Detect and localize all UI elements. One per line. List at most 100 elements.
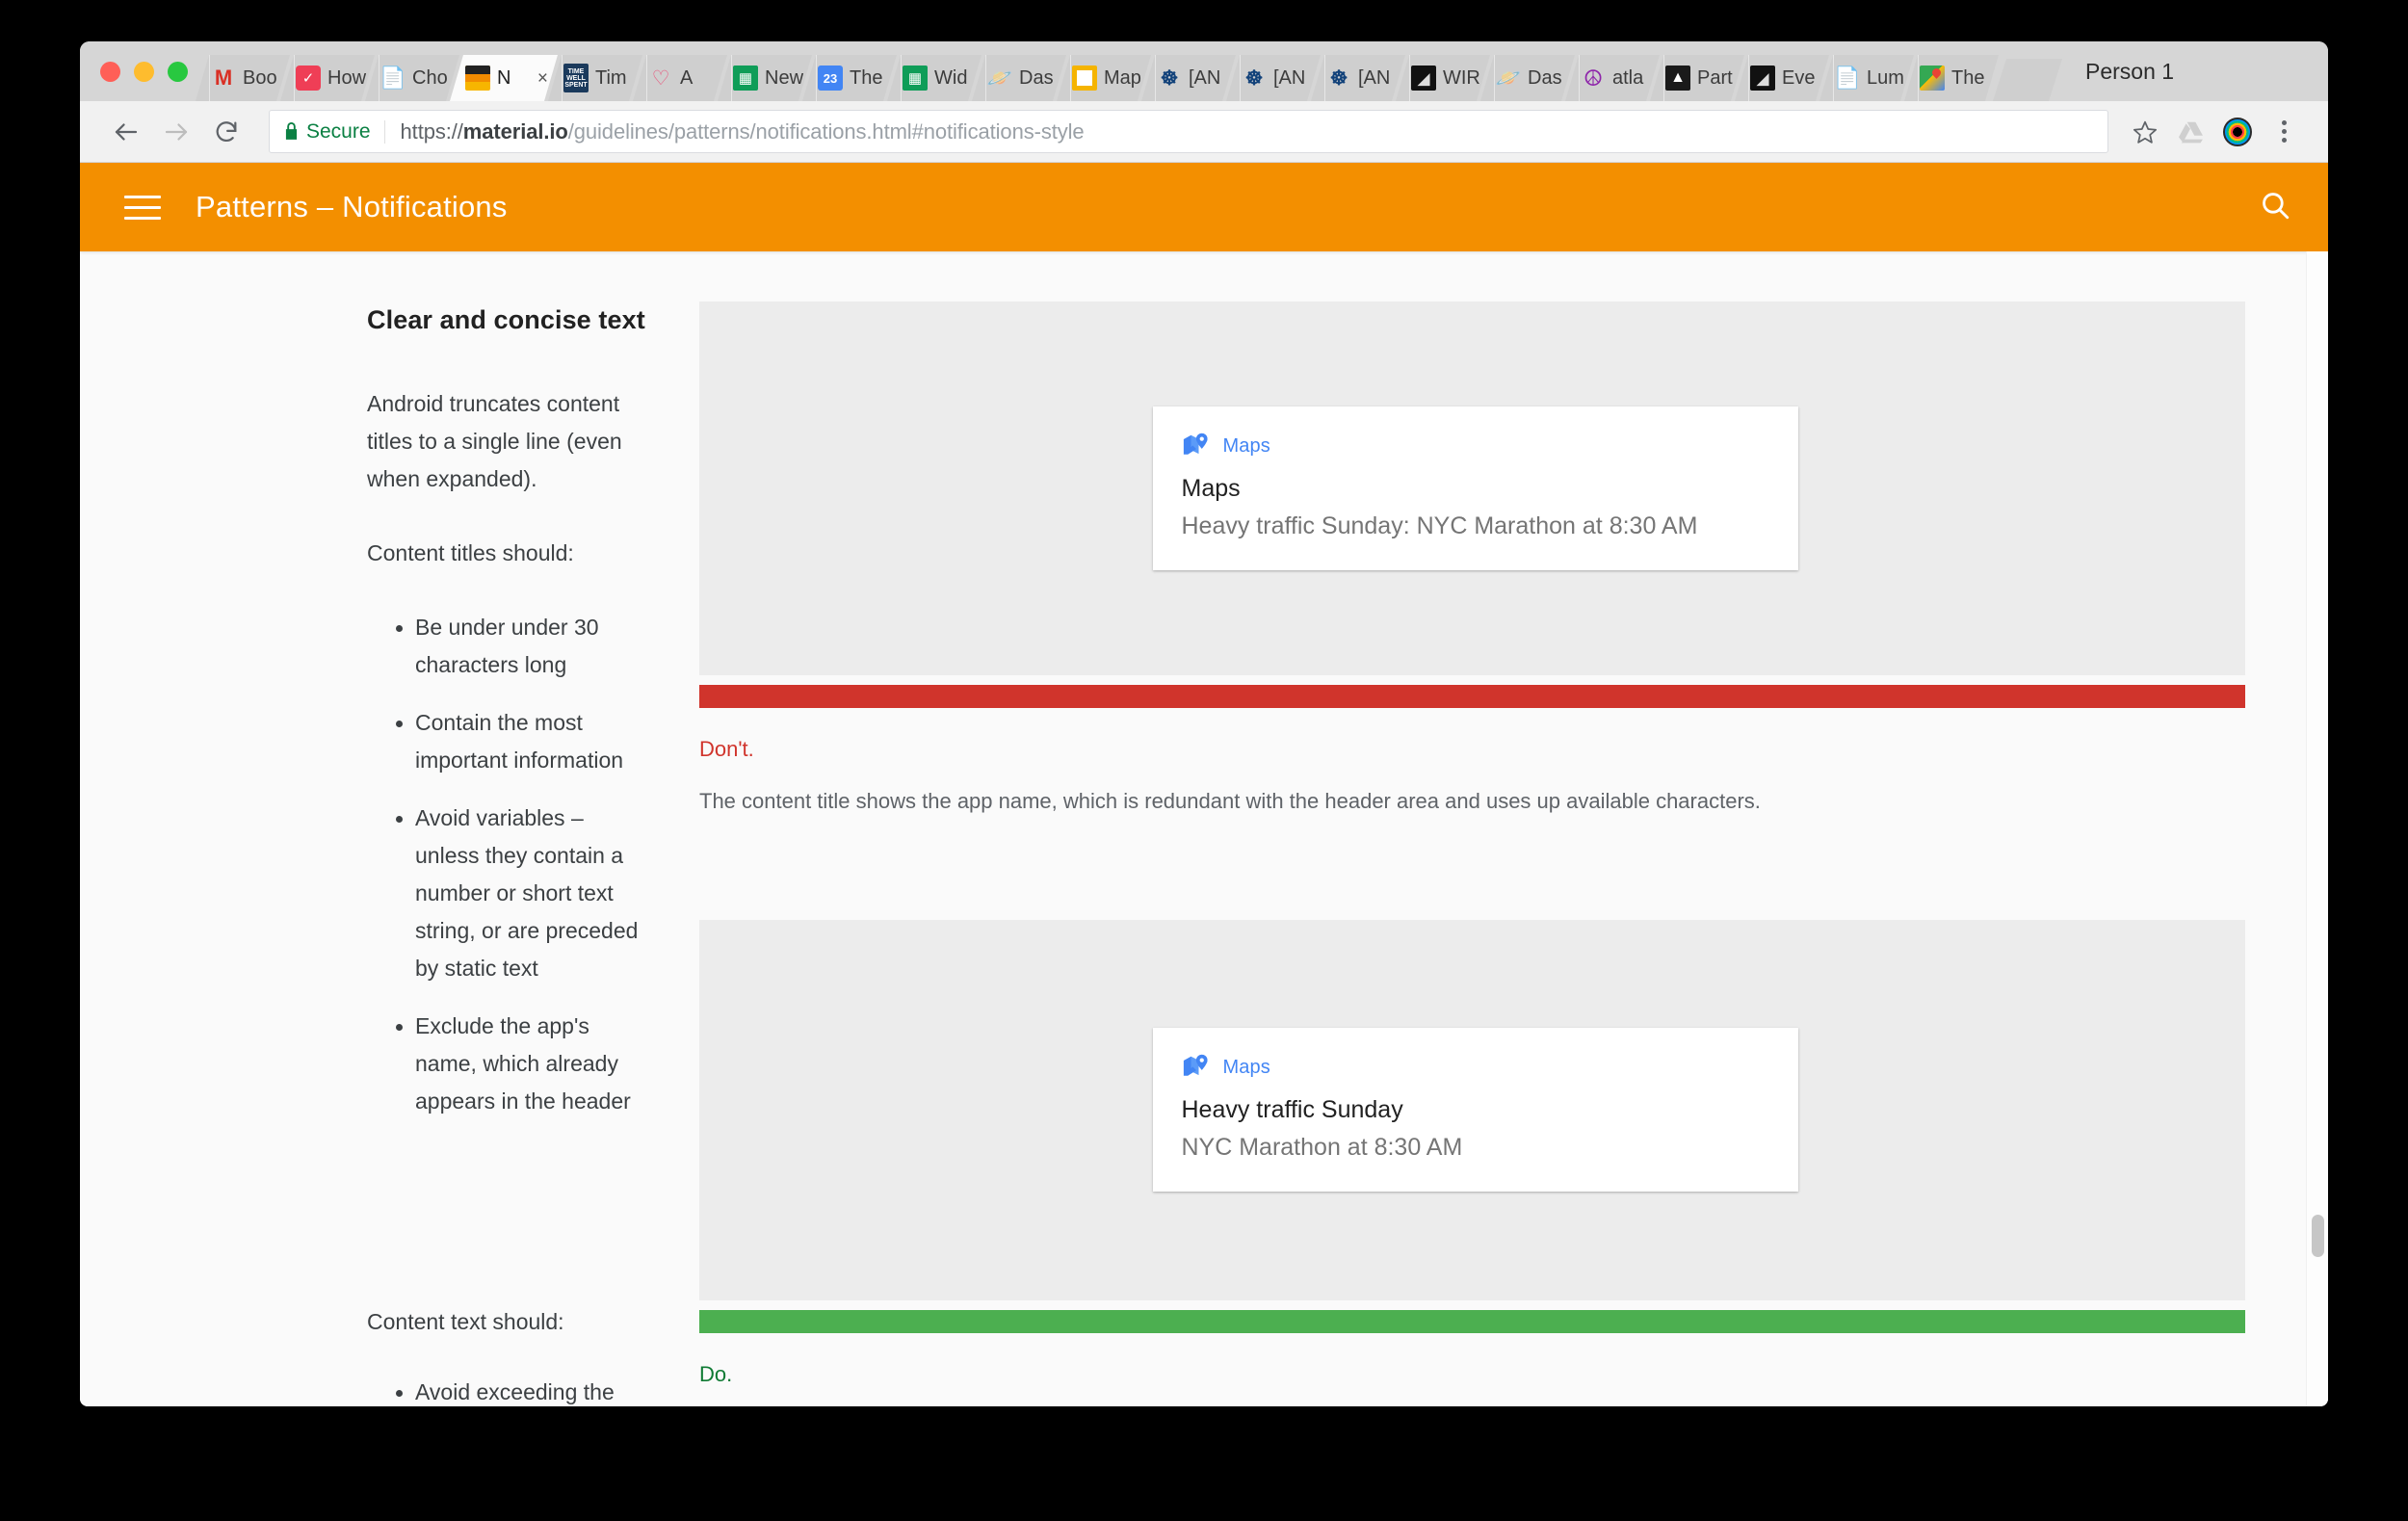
- page-viewport: Patterns – Notifications Clear and conci…: [80, 163, 2328, 1406]
- browser-tab[interactable]: ▦ New: [718, 55, 812, 101]
- window-close-button[interactable]: [100, 61, 120, 82]
- browser-tab[interactable]: Map: [1057, 55, 1151, 101]
- window-minimize-button[interactable]: [134, 61, 154, 82]
- browser-tab[interactable]: ♡ A: [633, 55, 727, 101]
- tab-label: [AN: [1189, 68, 1221, 88]
- tab-label: Boo: [243, 68, 277, 88]
- tab-label: New: [765, 68, 804, 88]
- browser-tab[interactable]: ✓ How: [280, 55, 375, 101]
- notification-title: Heavy traffic Sunday: [1181, 1096, 1403, 1124]
- list-item: Avoid variables – unless they contain a …: [396, 800, 648, 987]
- tab-label: [AN: [1273, 68, 1306, 88]
- yellow-map-icon: [1072, 66, 1097, 91]
- app-bar: Patterns – Notifications: [80, 163, 2328, 251]
- x-person-icon: ☸: [1160, 66, 1179, 90]
- profile-avatar-icon[interactable]: [2214, 109, 2261, 155]
- secure-label: Secure: [306, 119, 371, 143]
- list-item: Avoid exceeding the 40-character limit: [396, 1374, 648, 1406]
- browser-toolbar: Secure https://material.io/guidelines/pa…: [80, 101, 2328, 163]
- google-sheets-icon: ▦: [733, 66, 758, 91]
- notification-title: Maps: [1181, 475, 1241, 503]
- reload-icon[interactable]: [201, 107, 251, 157]
- url-scheme: https://: [400, 118, 463, 144]
- example-stage: Maps Heavy traffic Sunday NYC Marathon a…: [699, 919, 2245, 1300]
- tab-label: The: [1951, 68, 1985, 88]
- browser-tab[interactable]: 📄 Cho: [365, 55, 459, 101]
- page-scrollbar[interactable]: [2306, 251, 2328, 1406]
- url-text: https://material.io/guidelines/patterns/…: [401, 119, 1085, 144]
- peace-icon: ☮: [1583, 66, 1604, 91]
- x-person-icon: ☸: [1244, 66, 1264, 90]
- tab-label: Map: [1104, 68, 1141, 88]
- saturn-icon: 🪐: [1496, 66, 1521, 90]
- notification-body: NYC Marathon at 8:30 AM: [1181, 1133, 1463, 1161]
- browser-tab[interactable]: ▦ Wid: [887, 55, 982, 101]
- browser-tab[interactable]: ☸ [AN: [1226, 55, 1321, 101]
- content-text-rules-list: Avoid exceeding the 40-character limit N…: [367, 1374, 648, 1406]
- example-dont: Maps Maps Heavy traffic Sunday: NYC Mara…: [699, 302, 2245, 816]
- google-maps-icon: [1182, 1053, 1211, 1082]
- browser-tab[interactable]: ◢ Eve: [1735, 55, 1829, 101]
- browser-tab[interactable]: M Boo: [196, 55, 290, 101]
- notification-header: Maps: [1182, 1053, 1769, 1082]
- tab-label: Part: [1697, 68, 1733, 88]
- google-sheets-icon: ▦: [903, 66, 928, 91]
- list-item: Exclude the app's name, which already ap…: [396, 1008, 648, 1120]
- tab-close-icon[interactable]: ×: [537, 69, 548, 88]
- star-icon[interactable]: [2122, 109, 2168, 155]
- example-stage: Maps Maps Heavy traffic Sunday: NYC Mara…: [699, 302, 2245, 675]
- scrollbar-thumb[interactable]: [2312, 1215, 2324, 1257]
- forward-arrow-icon[interactable]: [151, 107, 201, 157]
- content-title-rules-list: Be under under 30 characters long Contai…: [367, 609, 648, 1120]
- partnership-icon: ▲: [1665, 66, 1690, 91]
- tab-label: Das: [1528, 68, 1562, 88]
- browser-tab[interactable]: 🪐 Das: [972, 55, 1066, 101]
- examples-column: Maps Maps Heavy traffic Sunday: NYC Mara…: [699, 251, 2328, 1406]
- browser-tab[interactable]: TIME WELL SPENT Tim: [548, 55, 642, 101]
- notification-header: Maps: [1182, 432, 1769, 460]
- back-arrow-icon[interactable]: [101, 107, 151, 157]
- notification-card[interactable]: Maps Heavy traffic Sunday NYC Marathon a…: [1152, 1028, 1798, 1192]
- three-dot-menu-icon[interactable]: [2261, 109, 2307, 155]
- shield-icon: ✓: [296, 66, 321, 91]
- google-drive-icon[interactable]: [2168, 109, 2214, 155]
- list-item: Be under under 30 characters long: [396, 609, 648, 684]
- material-icon: [465, 66, 490, 91]
- browser-tab[interactable]: ☮ atla: [1565, 55, 1660, 101]
- browser-tab[interactable]: 23 The: [802, 55, 897, 101]
- browser-tab[interactable]: ☸ [AN: [1311, 55, 1405, 101]
- browser-tab[interactable]: ◢ WIR: [1396, 55, 1490, 101]
- window-maximize-button[interactable]: [168, 61, 188, 82]
- notification-app-name: Maps: [1222, 1056, 1270, 1078]
- list-item: Contain the most important information: [396, 704, 648, 779]
- tab-label: Cho: [412, 68, 448, 88]
- browser-tab[interactable]: 📄 Lum: [1819, 55, 1914, 101]
- document-icon: 📄: [1835, 66, 1860, 90]
- google-maps-icon: [1182, 432, 1211, 460]
- hamburger-menu-icon[interactable]: [124, 195, 161, 220]
- page-content: Clear and concise text Android truncates…: [80, 251, 2328, 1406]
- tab-label: How: [327, 68, 367, 88]
- verdict-label: Don't.: [699, 737, 754, 761]
- content-text-label: Content text should:: [367, 1309, 564, 1334]
- security-indicator: Secure: [283, 119, 385, 144]
- tab-label: Wid: [934, 68, 968, 88]
- profile-name-label[interactable]: Person 1: [2062, 41, 2195, 101]
- browser-tab[interactable]: The: [1904, 55, 1999, 101]
- window-traffic-lights: [80, 41, 205, 101]
- search-icon[interactable]: [2259, 189, 2291, 226]
- browser-tab-active[interactable]: N ×: [450, 55, 558, 101]
- url-path: /guidelines/patterns/notifications.html#…: [567, 118, 1085, 144]
- tab-label: The: [850, 68, 883, 88]
- new-tab-button[interactable]: [1993, 59, 2062, 101]
- browser-tab[interactable]: 🪐 Das: [1480, 55, 1575, 101]
- lock-icon: [285, 122, 298, 140]
- time-well-spent-icon: TIME WELL SPENT: [563, 64, 589, 92]
- browser-tab[interactable]: ▲ Part: [1650, 55, 1744, 101]
- example-do: Maps Heavy traffic Sunday NYC Marathon a…: [699, 919, 2245, 1387]
- browser-tab[interactable]: ☸ [AN: [1141, 55, 1236, 101]
- x-person-icon: ☸: [1329, 66, 1348, 90]
- address-bar[interactable]: Secure https://material.io/guidelines/pa…: [269, 110, 2108, 153]
- notification-card[interactable]: Maps Maps Heavy traffic Sunday: NYC Mara…: [1152, 406, 1798, 570]
- heart-chat-icon: ♡: [651, 66, 670, 90]
